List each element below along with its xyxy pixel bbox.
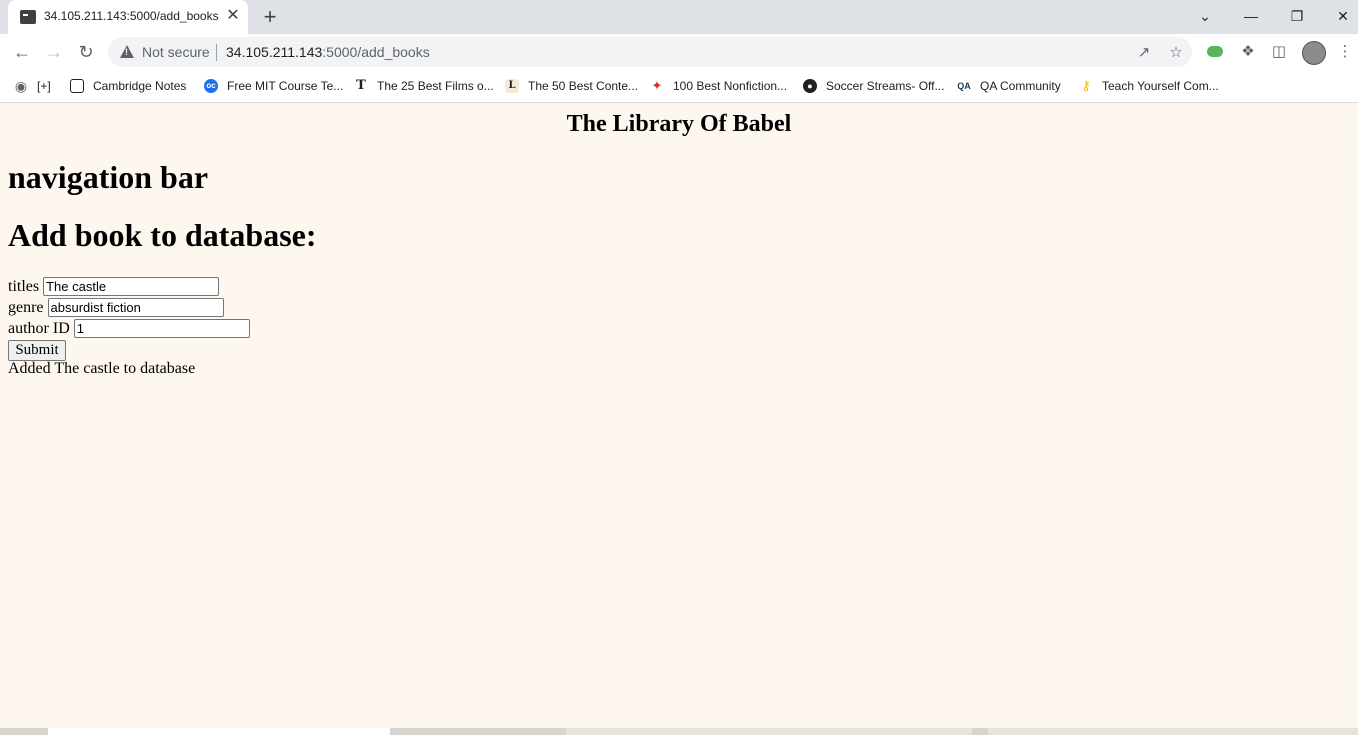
bookmark-label: Soccer Streams- Off... <box>826 79 945 93</box>
restore-button[interactable]: ❐ <box>1282 4 1312 28</box>
oc-icon: oc <box>204 79 218 93</box>
author-id-label: author ID <box>8 319 70 337</box>
pdf-icon: ✦ <box>651 78 663 93</box>
browser-tab[interactable]: 34.105.211.143:5000/add_books ✕ <box>8 0 248 34</box>
l-icon: L <box>505 79 519 93</box>
author-id-input[interactable] <box>73 319 250 338</box>
titles-input[interactable] <box>43 277 220 296</box>
url-text[interactable]: 34.105.211.143:5000/add_books <box>226 44 430 60</box>
genre-input[interactable] <box>47 298 224 317</box>
bookmark-item[interactable]: ◉ [+] <box>14 76 51 96</box>
side-panel-icon[interactable]: ◫ <box>1268 42 1290 62</box>
bookmark-label: Free MIT Course Te... <box>227 79 344 93</box>
soccer-icon: ● <box>803 79 817 93</box>
bookmark-label: Teach Yourself Com... <box>1102 79 1219 93</box>
close-window-button[interactable]: ✕ <box>1328 4 1358 28</box>
bookmark-label: Cambridge Notes <box>93 79 187 93</box>
reload-icon[interactable]: ↻ <box>73 40 99 64</box>
back-arrow-icon[interactable]: ← <box>9 40 35 64</box>
new-tab-button[interactable]: + <box>258 5 282 29</box>
bookmark-item[interactable]: oc Free MIT Course Te... <box>204 76 343 96</box>
bookmark-item[interactable]: Cambridge Notes <box>70 76 186 96</box>
menu-kebab-icon[interactable]: ⋮ <box>1334 42 1356 62</box>
extension-badge-icon[interactable] <box>1207 46 1223 57</box>
url-path: :5000/add_books <box>322 44 430 60</box>
tab-title: 34.105.211.143:5000/add_books <box>44 9 219 23</box>
share-icon[interactable]: ↗ <box>1134 43 1154 63</box>
genre-row: genre <box>8 297 224 318</box>
form-heading: Add book to database: <box>8 217 317 253</box>
globe-icon: ◉ <box>14 78 28 94</box>
browser-toolbar: ← → ↻ Not secure 34.105.211.143:5000/add… <box>0 34 1358 70</box>
bookmark-item[interactable]: ● Soccer Streams- Off... <box>803 76 944 96</box>
taskbar-window[interactable] <box>988 728 1358 735</box>
author-id-row: author ID <box>8 318 250 339</box>
bookmark-label: [+] <box>37 79 51 93</box>
warning-icon <box>120 45 134 58</box>
tab-search-button[interactable]: ⌄ <box>1190 4 1220 28</box>
bookmark-item[interactable]: ⚷ Teach Yourself Com... <box>1079 76 1219 96</box>
nyt-icon: T <box>356 78 366 93</box>
browser-titlebar: 34.105.211.143:5000/add_books ✕ + ⌄ — ❐ … <box>0 0 1358 34</box>
genre-label: genre <box>8 298 44 316</box>
titles-label: titles <box>8 277 40 295</box>
bookmark-star-icon[interactable]: ☆ <box>1166 43 1186 63</box>
titles-row: titles <box>8 276 220 297</box>
taskbar-window[interactable] <box>48 728 390 735</box>
page-content: The Library Of Babel navigation bar Add … <box>0 103 1358 728</box>
cambridge-icon <box>70 79 84 93</box>
taskbar-window[interactable] <box>566 728 972 735</box>
terminal-icon <box>20 10 36 24</box>
bookmark-label: The 25 Best Films o... <box>377 79 494 93</box>
security-label[interactable]: Not secure <box>142 44 210 60</box>
bookmark-item[interactable]: T The 25 Best Films o... <box>354 76 494 96</box>
submit-button[interactable]: Submit <box>8 340 66 361</box>
address-bar[interactable]: Not secure 34.105.211.143:5000/add_books… <box>108 37 1192 67</box>
url-host: 34.105.211.143 <box>226 44 323 60</box>
bookmark-item[interactable]: ✦ 100 Best Nonfiction... <box>650 76 788 96</box>
site-title: The Library Of Babel <box>566 111 792 137</box>
taskbar-strip <box>0 728 1358 735</box>
navigation-bar-heading: navigation bar <box>8 159 209 195</box>
minimize-button[interactable]: — <box>1236 4 1266 28</box>
bookmark-label: 100 Best Nonfiction... <box>673 79 788 93</box>
extensions-puzzle-icon[interactable]: ❖ <box>1237 42 1259 62</box>
bookmark-label: QA Community <box>980 79 1061 93</box>
bookmark-item[interactable]: QA QA Community <box>957 76 1061 96</box>
tab-close-icon[interactable]: ✕ <box>224 7 242 25</box>
forward-arrow-icon[interactable]: → <box>41 40 67 64</box>
bookmark-label: The 50 Best Conte... <box>528 79 639 93</box>
result-message: Added The castle to database <box>8 360 196 377</box>
bookmarks-bar: ◉ [+] Cambridge Notes oc Free MIT Course… <box>0 70 1358 103</box>
url-divider <box>216 44 217 61</box>
bookmark-item[interactable]: L The 50 Best Conte... <box>505 76 638 96</box>
key-icon: ⚷ <box>1081 78 1091 93</box>
profile-avatar[interactable] <box>1302 41 1326 65</box>
qa-icon: QA <box>957 81 971 91</box>
